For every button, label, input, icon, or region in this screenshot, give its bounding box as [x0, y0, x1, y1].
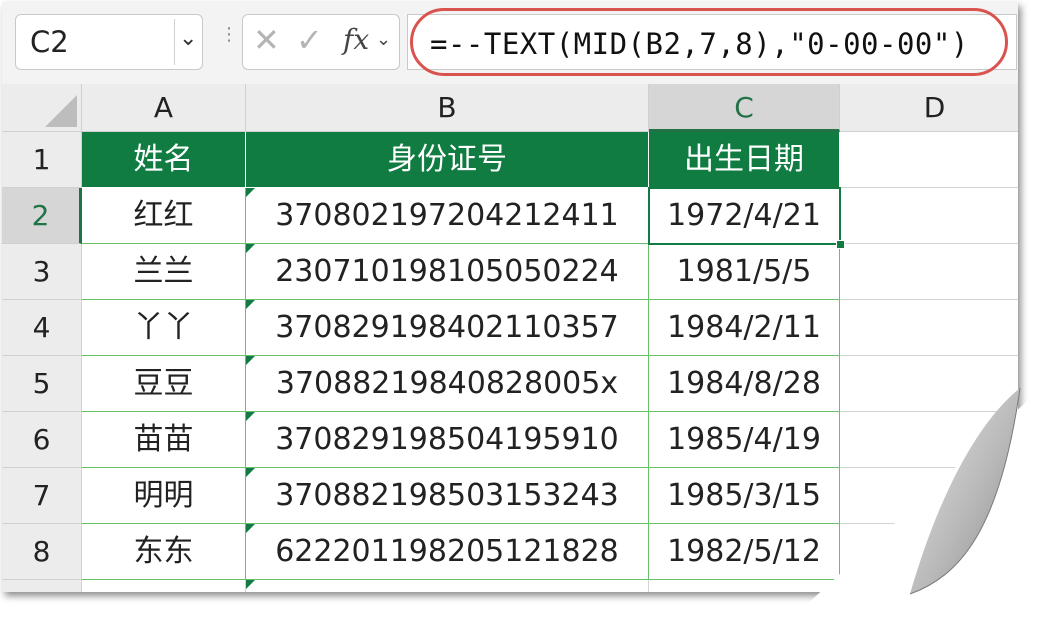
- formula-buttons: ✕ ✓ fx ⌄: [242, 14, 400, 70]
- column-header-d[interactable]: D: [840, 84, 1018, 132]
- row-header-4[interactable]: 4: [2, 300, 82, 356]
- cell-id-text: 37088219840828005x: [275, 366, 619, 401]
- close-icon[interactable]: ✕: [253, 21, 280, 59]
- spreadsheet-window: C2 ⌄ ⋮ ✕ ✓ fx ⌄ =--TEXT(MID(B2,7,8),"0-0…: [2, 2, 1018, 592]
- row-header-6[interactable]: 6: [2, 412, 82, 468]
- cell-id[interactable]: 230710198105050224: [246, 244, 649, 300]
- cell-id-text: 370882198503153243: [275, 478, 619, 513]
- cell-name[interactable]: 豆豆: [82, 356, 246, 412]
- column-header-a[interactable]: A: [82, 84, 246, 132]
- cell-birth[interactable]: 1984/8/28: [649, 356, 840, 412]
- cell-id[interactable]: 370829198504195910: [246, 412, 649, 468]
- error-indicator-icon[interactable]: [246, 412, 255, 421]
- cell-id-text: 370829198504195910: [275, 422, 619, 457]
- select-all-icon: [45, 95, 77, 127]
- header-cell-birth[interactable]: 出生日期: [649, 132, 840, 188]
- check-icon[interactable]: ✓: [296, 21, 323, 59]
- chevron-down-icon[interactable]: ⌄: [179, 26, 197, 51]
- cell-id-text: 622201198205121828: [275, 534, 619, 569]
- chevron-down-icon[interactable]: ⌄: [376, 29, 391, 50]
- error-indicator-icon[interactable]: [246, 300, 255, 309]
- cell-birth[interactable]: 1972/4/21: [649, 188, 840, 244]
- cell-birth[interactable]: 1981/5/5: [649, 244, 840, 300]
- header-cell-name[interactable]: 姓名: [82, 132, 246, 188]
- error-indicator-icon[interactable]: [246, 356, 255, 365]
- cell-id-text: 370802197204212411: [275, 198, 619, 233]
- error-indicator-icon[interactable]: [246, 580, 255, 589]
- header-cell-id[interactable]: 身份证号: [246, 132, 649, 188]
- cell-name[interactable]: 兰兰: [82, 244, 246, 300]
- cell-id[interactable]: 370802197204212411: [246, 188, 649, 244]
- name-box-divider: [174, 19, 175, 65]
- drag-handle-icon[interactable]: ⋮: [220, 26, 238, 44]
- column-header-c[interactable]: C: [649, 84, 840, 132]
- cell-id[interactable]: 37088219840828005x: [246, 356, 649, 412]
- cell-birth[interactable]: 1982/5/12: [649, 524, 840, 580]
- row-header-7[interactable]: 7: [2, 468, 82, 524]
- cell-d8[interactable]: [840, 524, 1018, 580]
- cell-id-text: 370829198402110357: [275, 310, 619, 345]
- row-header-1[interactable]: 1: [2, 132, 82, 188]
- cell-birth[interactable]: 1985/4/19: [649, 412, 840, 468]
- cell-id[interactable]: 622201198205121828: [246, 524, 649, 580]
- cell-d2[interactable]: [840, 188, 1018, 244]
- cell-name[interactable]: 明明: [82, 468, 246, 524]
- row-header-5[interactable]: 5: [2, 356, 82, 412]
- cell-b9[interactable]: [246, 580, 649, 592]
- error-indicator-icon[interactable]: [246, 468, 255, 477]
- row-header-2[interactable]: 2: [2, 188, 82, 244]
- cell-d3[interactable]: [840, 244, 1018, 300]
- cell-a9[interactable]: [82, 580, 246, 592]
- error-indicator-icon[interactable]: [246, 524, 255, 533]
- cell-d5[interactable]: [840, 356, 1018, 412]
- error-indicator-icon[interactable]: [246, 244, 255, 253]
- error-indicator-icon[interactable]: [246, 188, 255, 197]
- cell-id[interactable]: 370829198402110357: [246, 300, 649, 356]
- cell-birth[interactable]: 1984/2/11: [649, 300, 840, 356]
- insert-function-icon[interactable]: fx: [343, 23, 369, 56]
- row-header-8[interactable]: 8: [2, 524, 82, 580]
- cell-d6[interactable]: [840, 412, 1018, 468]
- cell-c9[interactable]: [649, 580, 840, 592]
- cell-d9[interactable]: [840, 580, 1018, 592]
- row-header-9[interactable]: [2, 580, 82, 592]
- cell-name[interactable]: 苗苗: [82, 412, 246, 468]
- cell-name[interactable]: 红红: [82, 188, 246, 244]
- cell-d1[interactable]: [840, 132, 1018, 188]
- row-header-3[interactable]: 3: [2, 244, 82, 300]
- formula-highlight-ring: [410, 8, 1008, 76]
- cell-name[interactable]: 丫丫: [82, 300, 246, 356]
- fill-handle[interactable]: [836, 240, 845, 249]
- cell-d7[interactable]: [840, 468, 1018, 524]
- cell-birth[interactable]: 1985/3/15: [649, 468, 840, 524]
- cell-d4[interactable]: [840, 300, 1018, 356]
- cell-id[interactable]: 370882198503153243: [246, 468, 649, 524]
- cell-id-text: 230710198105050224: [275, 254, 619, 289]
- column-header-b[interactable]: B: [246, 84, 649, 132]
- name-box-value: C2: [30, 25, 69, 59]
- name-box[interactable]: C2 ⌄: [15, 14, 203, 70]
- cell-name[interactable]: 东东: [82, 524, 246, 580]
- select-all-button[interactable]: [2, 84, 82, 132]
